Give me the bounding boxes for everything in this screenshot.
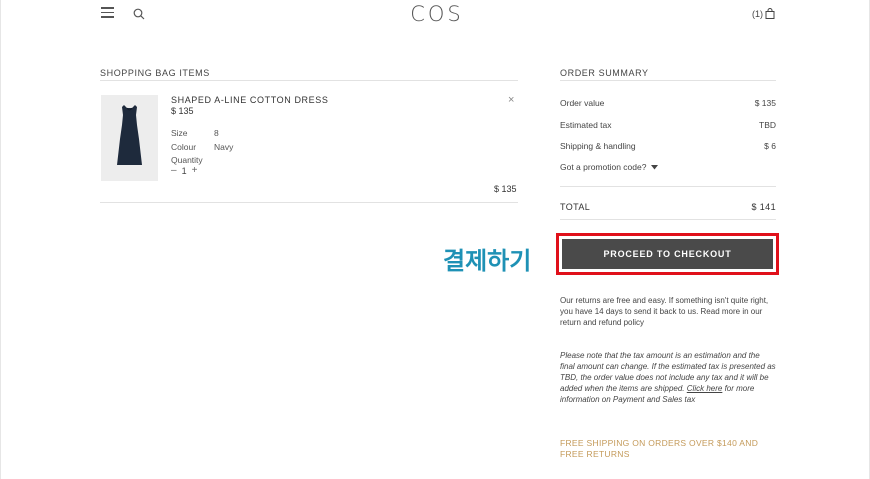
- total-amount: $ 141: [751, 202, 776, 212]
- order-value-label: Order value: [560, 98, 605, 108]
- colour-label: Colour: [171, 142, 197, 152]
- order-value-amount: $ 135: [754, 98, 776, 108]
- order-value-row: Order value $ 135: [560, 98, 776, 108]
- shopping-bag-icon: [765, 8, 775, 19]
- shipping-row: Shipping & handling $ 6: [560, 141, 776, 151]
- estimated-tax-amount: TBD: [759, 120, 776, 130]
- hamburger-menu-icon[interactable]: [101, 7, 114, 18]
- close-icon[interactable]: ×: [508, 94, 514, 106]
- search-icon[interactable]: [133, 8, 145, 20]
- shopping-bag-title: SHOPPING BAG ITEMS: [100, 68, 210, 78]
- returns-info: Our returns are free and easy. If someth…: [560, 296, 769, 327]
- product-name[interactable]: SHAPED A-LINE COTTON DRESS: [171, 95, 328, 105]
- cos-logo[interactable]: COS: [404, 2, 470, 26]
- site-header: COS (1): [0, 0, 870, 30]
- product-thumbnail[interactable]: [101, 95, 158, 181]
- colour-value: Navy: [214, 142, 234, 152]
- divider: [560, 80, 776, 81]
- promo-code-label: Got a promotion code?: [560, 162, 647, 172]
- divider: [560, 219, 776, 220]
- dress-image: [117, 105, 142, 165]
- order-summary-title: ORDER SUMMARY: [560, 68, 649, 78]
- size-value: 8: [214, 128, 219, 138]
- shipping-label: Shipping & handling: [560, 141, 636, 151]
- chevron-down-icon: [651, 164, 659, 169]
- product-price: $ 135: [171, 106, 194, 116]
- size-label: Size: [171, 128, 188, 138]
- estimated-tax-label: Estimated tax: [560, 120, 612, 130]
- free-shipping-banner: FREE SHIPPING ON ORDERS OVER $140 AND FR…: [560, 438, 759, 459]
- divider: [100, 80, 518, 81]
- bag-count: (1): [752, 8, 763, 19]
- divider: [100, 202, 518, 203]
- checkout-annotation: 결제하기: [443, 247, 532, 275]
- promo-code-toggle[interactable]: Got a promotion code?: [560, 162, 659, 172]
- quantity-decrease-button[interactable]: –: [171, 165, 177, 176]
- shipping-amount: $ 6: [764, 141, 776, 151]
- frame-border-left: [0, 0, 1, 479]
- quantity-increase-button[interactable]: +: [192, 165, 198, 176]
- total-row: TOTAL $ 141: [560, 202, 776, 212]
- quantity-label: Quantity: [171, 155, 203, 165]
- line-total: $ 135: [494, 184, 517, 194]
- divider: [560, 186, 776, 187]
- total-label: TOTAL: [560, 202, 591, 212]
- checkout-highlight-box: PROCEED TO CHECKOUT: [556, 233, 779, 275]
- quantity-value: 1: [181, 165, 187, 176]
- shopping-bag-button[interactable]: (1): [752, 8, 775, 19]
- tax-note: Please note that the tax amount is an es…: [560, 350, 776, 405]
- proceed-to-checkout-button[interactable]: PROCEED TO CHECKOUT: [562, 239, 773, 269]
- estimated-tax-row: Estimated tax TBD: [560, 120, 776, 130]
- quantity-stepper: – 1 +: [171, 165, 197, 176]
- tax-info-link[interactable]: Click here: [687, 384, 723, 393]
